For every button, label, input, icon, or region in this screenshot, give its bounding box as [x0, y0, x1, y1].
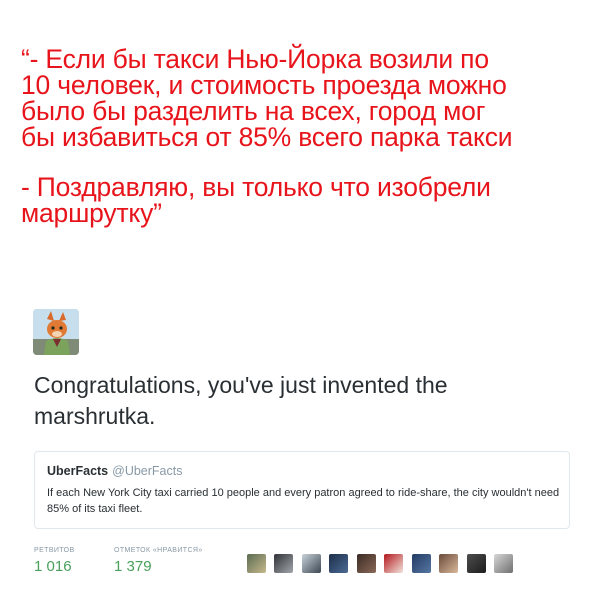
- caption-line: 10 человек, и стоимость проезда можно: [21, 70, 507, 100]
- retweets-count: 1 016: [34, 558, 72, 575]
- quoted-tweet-header: UberFacts @UberFacts: [47, 464, 182, 478]
- liker-avatar[interactable]: [356, 554, 376, 573]
- likes-stat[interactable]: ОТМЕТОК «НРАВИТСЯ» 1 379: [114, 547, 203, 575]
- likes-label: ОТМЕТОК «НРАВИТСЯ»: [114, 547, 203, 554]
- liker-avatar[interactable]: [384, 554, 404, 573]
- likers-avatar-row: [247, 554, 517, 574]
- retweet-stat[interactable]: РЕТВИТОВ 1 016: [34, 547, 75, 575]
- caption-line: маршрутку”: [21, 198, 162, 228]
- liker-avatar[interactable]: [301, 554, 321, 573]
- liker-avatar[interactable]: [466, 554, 486, 573]
- quoted-author-handle[interactable]: @UberFacts: [112, 464, 182, 478]
- likes-count: 1 379: [114, 558, 152, 575]
- caption-line: “- Если бы такси Нью-Йорка возили по: [21, 44, 489, 74]
- fox-avatar-icon[interactable]: [33, 309, 79, 355]
- tweet-text: Congratulations, you've just invented th…: [34, 372, 448, 429]
- liker-avatar[interactable]: [329, 554, 349, 573]
- quoted-author-name[interactable]: UberFacts: [47, 464, 108, 478]
- liker-avatar[interactable]: [411, 554, 431, 573]
- quoted-tweet[interactable]: UberFacts @UberFacts If each New York Cit…: [34, 451, 570, 529]
- meme-caption: “- Если бы такси Нью-Йорка возили по 10 …: [21, 44, 596, 228]
- caption-line: - Поздравляю, вы только что изобрели: [21, 172, 491, 202]
- liker-avatar[interactable]: [494, 554, 514, 573]
- fox-avatar-icon: [33, 309, 79, 355]
- liker-avatar[interactable]: [274, 554, 294, 573]
- liker-avatar[interactable]: [247, 554, 266, 573]
- caption-line: бы избавиться от 85% всего парка такси: [21, 122, 513, 152]
- quoted-tweet-body: If each New York City taxi carried 10 pe…: [47, 487, 560, 515]
- liker-avatar[interactable]: [439, 554, 459, 573]
- caption-line: было бы разделить на всех, город мог: [21, 96, 486, 126]
- retweets-label: РЕТВИТОВ: [34, 547, 75, 554]
